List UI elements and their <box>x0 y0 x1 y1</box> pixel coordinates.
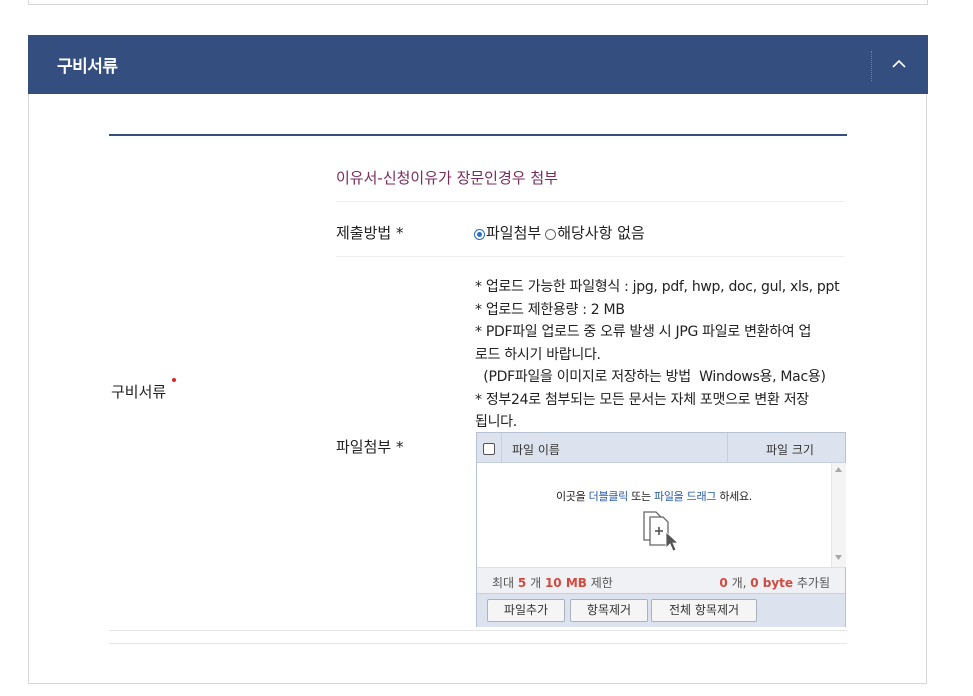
remove-item-button[interactable]: 항목제거 <box>570 599 648 622</box>
column-divider <box>727 433 728 462</box>
note-line: * PDF파일 업로드 중 오류 발생 시 JPG 파일로 변환하여 업 <box>475 324 812 340</box>
limit-text: 최대 <box>492 576 518 590</box>
panel-title: 구비서류 <box>57 57 118 77</box>
submit-method-label: 제출방법 * <box>336 224 404 242</box>
note-line: * 정부24로 첨부되는 모든 문서는 자체 포맷으로 변환 저장 <box>475 391 809 408</box>
divider <box>336 256 845 257</box>
header-divider <box>871 51 872 81</box>
column-divider <box>501 433 502 462</box>
remove-all-button[interactable]: 전체 항목제거 <box>651 599 757 622</box>
uploader-status: 최대 5 개 10 MB 제한 0 개, 0 byte 추가됨 <box>477 567 845 594</box>
uploader-buttons: 파일추가 항목제거 전체 항목제거 <box>477 593 845 627</box>
added-count: 0 <box>719 576 728 590</box>
limit-text: 개 <box>526 576 545 590</box>
limit-text: 제한 <box>586 576 613 590</box>
file-attach-label: 파일첨부 * <box>336 438 404 456</box>
scroll-up-icon[interactable] <box>835 467 842 472</box>
radio-not-applicable[interactable] <box>545 229 557 240</box>
panel-header: 구비서류 <box>28 35 928 94</box>
drop-instruction: 이곳을 더블클릭 또는 파일을 드래그 하세요. <box>477 488 831 504</box>
note-line: * 업로드 제한용량 : 2 MB <box>475 301 625 318</box>
note-line: (PDF파일을 이미지로 저장하는 방법 Windows용, Mac용) <box>475 369 826 385</box>
submit-method-options: 파일첨부 해당사항 없음 <box>474 222 645 243</box>
note-line: * 업로드 가능한 파일형식 : jpg, pdf, hwp, doc, gul… <box>475 279 840 295</box>
upload-limit: 최대 5 개 10 MB 제한 <box>492 574 613 591</box>
file-list-scrollbar[interactable] <box>831 463 846 567</box>
add-file-button[interactable]: 파일추가 <box>487 599 565 622</box>
drop-text: 또는 <box>627 490 654 503</box>
drag-file-link[interactable]: 파일을 드래그 <box>654 490 716 503</box>
divider <box>336 201 845 202</box>
upload-notes: * 업로드 가능한 파일형식 : jpg, pdf, hwp, doc, gul… <box>475 276 845 434</box>
table-top-border <box>109 134 847 136</box>
scroll-down-icon[interactable] <box>835 555 842 560</box>
column-file-size: 파일 크기 <box>766 443 814 457</box>
required-dot-icon <box>172 378 176 382</box>
chevron-up-icon <box>892 59 906 68</box>
drop-text: 하세요. <box>716 490 752 503</box>
column-file-name: 파일 이름 <box>512 443 560 457</box>
limit-size: 10 MB <box>544 576 587 590</box>
note-line: 됩니다. <box>475 414 517 430</box>
double-click-link[interactable]: 더블클릭 <box>589 490 629 503</box>
table-bottom-border <box>109 643 847 644</box>
added-size: 0 byte <box>750 576 794 590</box>
file-drop-zone[interactable]: 이곳을 더블클릭 또는 파일을 드래그 하세요. <box>477 463 831 567</box>
file-uploader: 파일 이름 파일 크기 이곳을 더블클릭 또는 파일을 드래그 하세요. 최대 … <box>476 432 846 627</box>
radio-file-attach[interactable] <box>474 229 485 240</box>
limit-count: 5 <box>517 576 527 590</box>
uploader-header: 파일 이름 파일 크기 <box>477 433 845 463</box>
note-line: 로드 하시기 바랍니다. <box>475 346 601 363</box>
added-text: 추가됨 <box>793 576 830 590</box>
row-label-documents: 구비서류 <box>111 383 167 401</box>
select-all-checkbox[interactable] <box>483 443 495 455</box>
added-text: 개, <box>727 576 751 590</box>
collapse-button[interactable] <box>884 49 914 81</box>
previous-section-box <box>28 0 928 5</box>
row-bottom-border <box>109 630 847 631</box>
radio-file-attach-label[interactable]: 파일첨부 <box>486 222 541 243</box>
drop-text: 이곳을 <box>556 490 589 503</box>
radio-not-applicable-label[interactable]: 해당사항 없음 <box>557 222 645 243</box>
file-add-icon <box>643 511 680 552</box>
document-title: 이유서-신청이유가 장문인경우 첨부 <box>336 169 558 187</box>
upload-added: 0 개, 0 byte 추가됨 <box>719 574 830 591</box>
